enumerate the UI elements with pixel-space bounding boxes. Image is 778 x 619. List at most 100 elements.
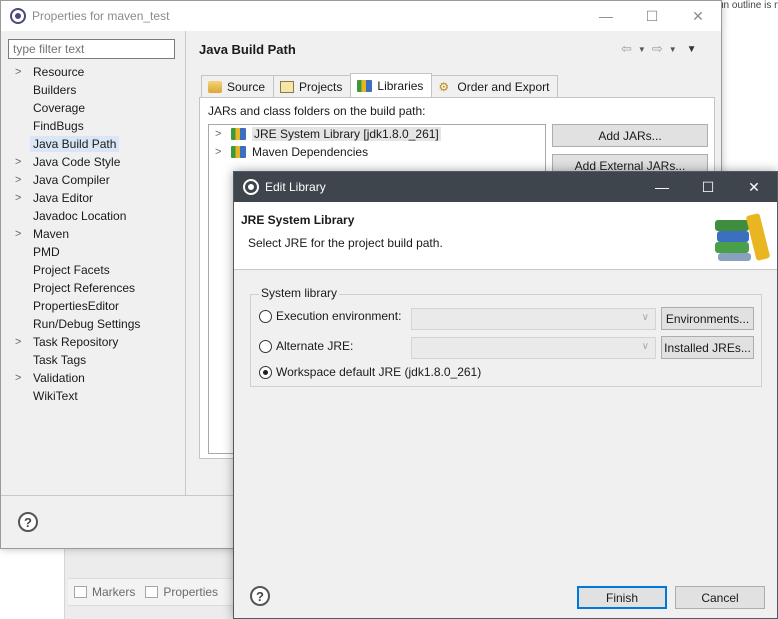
forward-arrow-icon[interactable]: ⇨ [652,41,663,57]
execution-environment-combo: ∨ [411,308,656,330]
tree-item[interactable]: Task Tags [1,351,185,369]
alternate-jre-combo: ∨ [411,337,656,359]
add-jars-button[interactable]: Add JARs... [552,124,708,147]
tree-item[interactable]: Coverage [1,99,185,117]
expand-chevron-icon[interactable]: > [15,333,21,351]
expand-chevron-icon[interactable]: > [15,63,21,81]
library-jre-system[interactable]: > JRE System Library [jdk1.8.0_261] [209,125,545,143]
execution-environment-option[interactable]: Execution environment: [259,309,401,323]
installed-jres-button[interactable]: Installed JREs... [661,336,754,359]
execution-environment-radio[interactable] [259,309,272,323]
help-icon[interactable]: ? [250,586,270,606]
workspace-default-option[interactable]: Workspace default JRE (jdk1.8.0_261) [259,365,481,379]
tree-item[interactable]: WikiText [1,387,185,405]
dialog-header-title: JRE System Library [241,213,355,227]
build-path-label: JARs and class folders on the build path… [208,104,426,118]
tab-libraries-label: Libraries [377,78,424,93]
tree-item[interactable]: Project Facets [1,261,185,279]
order-export-icon: ⚙ [438,79,450,94]
tree-item[interactable]: Run/Debug Settings [1,315,185,333]
help-icon[interactable]: ? [18,512,38,532]
close-button[interactable]: ✕ [731,172,777,202]
tree-item-label: Coverage [33,101,86,115]
tab-source[interactable]: Source [201,75,275,97]
tab-source-label: Source [227,79,266,94]
alternate-jre-radio[interactable] [259,339,272,353]
tree-item[interactable]: PMD [1,243,185,261]
tree-item[interactable]: > Resource [1,63,185,81]
eclipse-app-icon [10,8,26,24]
tree-item[interactable]: Builders [1,81,185,99]
tree-item-label: PMD [33,245,60,259]
expand-chevron-icon[interactable]: > [215,125,221,143]
properties-tab[interactable]: Properties [145,585,218,599]
environments-button[interactable]: Environments... [661,307,754,330]
expand-chevron-icon[interactable]: > [15,189,21,207]
tree-item[interactable]: Project References [1,279,185,297]
minimize-button[interactable]: — [583,1,629,31]
expand-chevron-icon[interactable]: > [15,225,21,243]
tree-item[interactable]: > Validation [1,369,185,387]
tree-item-label: Task Repository [33,335,119,349]
library-label: Maven Dependencies [252,145,369,159]
tree-item-label: Java Build Path [30,136,120,152]
tab-projects-label: Projects [299,79,343,94]
minimize-button[interactable]: — [639,172,685,202]
edit-library-titlebar[interactable]: Edit Library — ☐ ✕ [234,172,777,202]
eclipse-app-icon [243,179,259,195]
tab-order-export[interactable]: ⚙ Order and Export [431,75,559,97]
tree-item-label: Task Tags [33,353,87,367]
back-dropdown-icon[interactable]: ▼ [638,45,646,54]
tab-libraries[interactable]: Libraries [350,73,433,97]
tree-item[interactable]: FindBugs [1,117,185,135]
edit-library-title: Edit Library [265,180,326,194]
finish-button[interactable]: Finish [577,586,667,609]
tree-item-label: Validation [33,371,85,385]
page-navigation: ⇦ ▼ ⇨ ▼ ▼ [621,41,697,57]
tree-item[interactable]: Java Build Path [1,135,185,153]
execution-environment-label: Execution environment: [276,309,402,323]
back-arrow-icon[interactable]: ⇦ [621,41,632,57]
tree-item-label: Java Compiler [33,173,110,187]
background-view-tabs: Markers Properties [68,578,236,606]
edit-library-dialog: Edit Library — ☐ ✕ JRE System Library Se… [233,171,778,619]
source-folder-icon [208,80,222,93]
sash-divider[interactable] [185,31,186,495]
expand-chevron-icon[interactable]: > [15,153,21,171]
tree-item-label: FindBugs [33,119,84,133]
maximize-button[interactable]: ☐ [685,172,731,202]
expand-chevron-icon[interactable]: > [15,369,21,387]
properties-titlebar[interactable]: Properties for maven_test — ☐ ✕ [1,1,721,31]
workspace-default-radio[interactable] [259,365,272,379]
background-outline-text: un outline is no [718,0,778,10]
expand-chevron-icon[interactable]: > [215,143,221,161]
markers-tab[interactable]: Markers [74,585,135,599]
library-maven-dependencies[interactable]: > Maven Dependencies [209,143,545,161]
tree-item-label: Java Code Style [33,155,121,169]
forward-dropdown-icon[interactable]: ▼ [669,45,677,54]
tree-item-label: Project Facets [33,263,110,277]
tree-item[interactable]: > Java Editor [1,189,185,207]
alternate-jre-option[interactable]: Alternate JRE: [259,339,353,353]
tree-item-label: Javadoc Location [33,209,127,223]
cancel-button[interactable]: Cancel [675,586,765,609]
markers-tab-label: Markers [92,585,136,599]
tree-item[interactable]: > Java Compiler [1,171,185,189]
page-title: Java Build Path [199,42,296,57]
filter-input[interactable] [8,39,175,59]
dialog-header-message: Select JRE for the project build path. [248,236,443,250]
view-menu-icon[interactable]: ▼ [687,44,697,55]
tree-item[interactable]: PropertiesEditor [1,297,185,315]
tree-item[interactable]: > Java Code Style [1,153,185,171]
tree-item[interactable]: > Task Repository [1,333,185,351]
close-button[interactable]: ✕ [675,1,721,31]
expand-chevron-icon[interactable]: > [15,171,21,189]
library-icon [231,146,246,158]
build-path-tabs: Source Projects Libraries ⚙ Order and Ex… [201,73,559,97]
tree-item[interactable]: Javadoc Location [1,207,185,225]
tree-item-label: Builders [33,83,77,97]
tab-projects[interactable]: Projects [273,75,352,97]
maximize-button[interactable]: ☐ [629,1,675,31]
tree-item[interactable]: > Maven [1,225,185,243]
dialog-header: JRE System Library Select JRE for the pr… [234,202,777,270]
